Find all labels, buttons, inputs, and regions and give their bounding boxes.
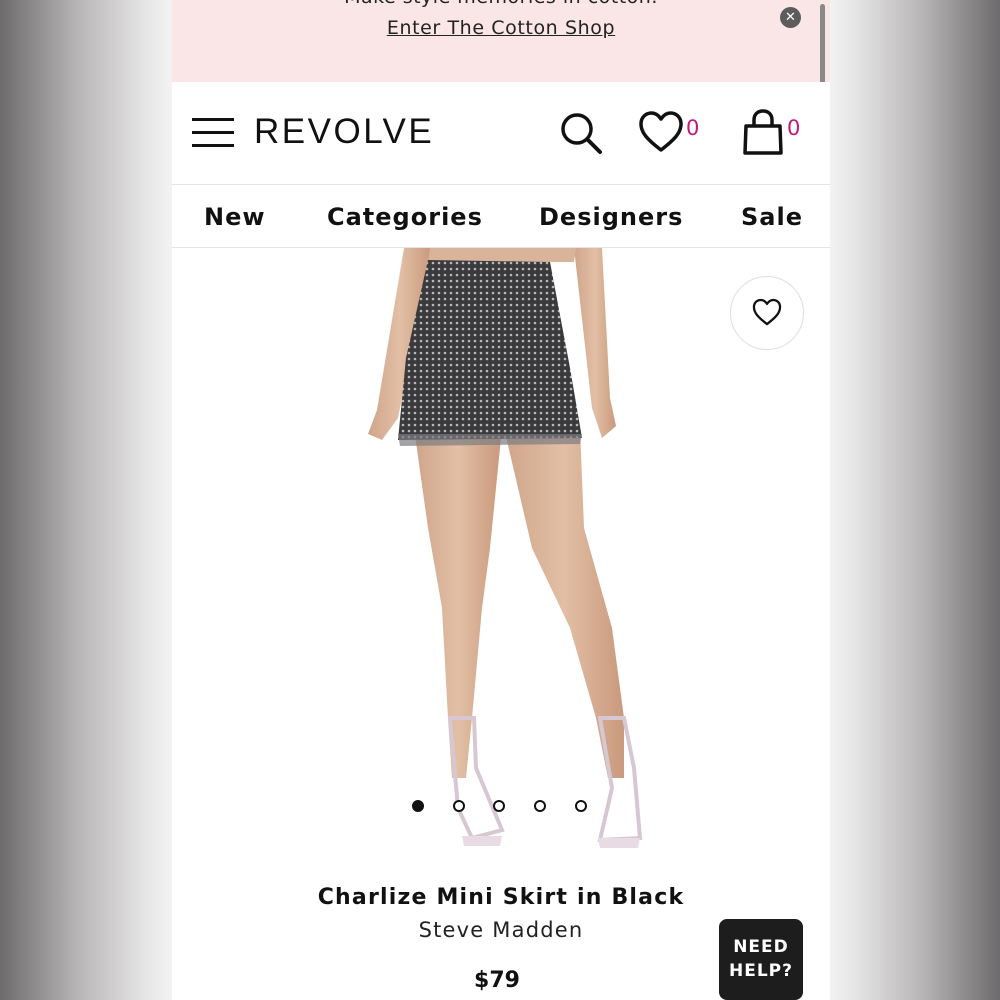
carousel-dot[interactable] xyxy=(453,800,465,812)
carousel-dots xyxy=(412,800,592,816)
bag-icon[interactable] xyxy=(740,108,786,156)
search-icon[interactable] xyxy=(558,110,604,156)
product-image[interactable] xyxy=(172,248,830,870)
carousel-dot[interactable] xyxy=(412,800,424,812)
promo-banner: Make style memories in cotton. Enter The… xyxy=(172,0,830,82)
menu-icon[interactable] xyxy=(192,116,236,150)
carousel-dot[interactable] xyxy=(493,800,505,812)
carousel-dot[interactable] xyxy=(575,800,587,812)
heart-icon[interactable] xyxy=(638,110,684,156)
promo-text: Make style memories in cotton. xyxy=(172,0,830,8)
bag-count: 0 xyxy=(787,116,801,140)
nav-item-new[interactable]: New xyxy=(204,203,266,231)
heart-icon xyxy=(752,298,782,326)
nav-item-designers[interactable]: Designers xyxy=(539,203,683,231)
wishlist-count: 0 xyxy=(686,116,700,140)
close-icon[interactable]: ✕ xyxy=(780,7,801,28)
help-line-1: NEED xyxy=(733,937,789,957)
add-to-wishlist-button[interactable] xyxy=(730,276,804,350)
app-screen: Make style memories in cotton. Enter The… xyxy=(172,0,830,1000)
carousel-dot[interactable] xyxy=(534,800,546,812)
need-help-button[interactable]: NEED HELP? xyxy=(719,919,803,1000)
brand-logo[interactable]: REVOLVE xyxy=(254,112,434,152)
site-header: REVOLVE 0 0 xyxy=(172,82,830,185)
nav-item-categories[interactable]: Categories xyxy=(327,203,483,231)
promo-link[interactable]: Enter The Cotton Shop xyxy=(172,17,830,39)
nav-item-sale[interactable]: Sale xyxy=(741,203,803,231)
main-nav: New Categories Designers Sale xyxy=(172,185,830,248)
help-line-2: HELP? xyxy=(729,961,793,981)
product-title: Charlize Mini Skirt in Black xyxy=(317,885,685,910)
